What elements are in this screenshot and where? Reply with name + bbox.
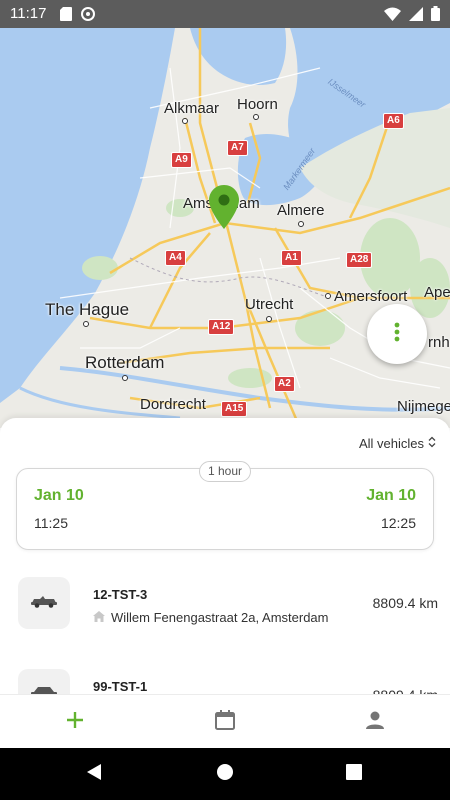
- map-label-almere: Almere: [277, 202, 325, 219]
- map-label-nijmegen: Nijmege: [397, 398, 450, 415]
- nav-calendar-button[interactable]: [150, 695, 300, 749]
- map-label-dordrecht: Dordrecht: [140, 396, 206, 413]
- map-label-rotterdam: Rotterdam: [85, 353, 165, 372]
- map-view[interactable]: Alkmaar Hoorn Amsterdam Almere The Hague…: [0, 28, 450, 428]
- map-city-dot: [182, 118, 188, 124]
- location-pin-icon[interactable]: [209, 185, 239, 229]
- map-label-hoorn: Hoorn: [237, 96, 278, 113]
- more-options-button[interactable]: [367, 304, 427, 364]
- vehicle-plate: 99-TST-1: [93, 679, 148, 694]
- map-label-alkmaar: Alkmaar: [164, 100, 220, 117]
- road-shield-a15: A15: [221, 401, 248, 417]
- vehicle-filter-label: All vehicles: [358, 436, 424, 451]
- nav-add-button[interactable]: [0, 695, 150, 749]
- road-shield-a4: A4: [165, 250, 186, 266]
- back-icon: [85, 763, 103, 786]
- calendar-icon: [214, 709, 236, 736]
- signal-icon: [409, 6, 423, 26]
- recents-button[interactable]: [342, 762, 366, 786]
- map-label-apeldoorn: Ape: [424, 284, 450, 301]
- add-icon: [66, 711, 84, 734]
- map-city-dot: [266, 316, 272, 322]
- road-shield-a6: A6: [383, 113, 404, 129]
- convertible-car-icon: [30, 594, 58, 613]
- map-city-dot: [83, 321, 89, 327]
- sd-card-icon: [60, 7, 72, 26]
- road-shield-a2: A2: [274, 376, 295, 392]
- map-label-amersfoort: Amersfoort: [334, 288, 408, 305]
- start-time[interactable]: 11:25: [34, 515, 68, 531]
- end-time[interactable]: 12:25: [381, 515, 416, 531]
- road-shield-a12: A12: [208, 319, 235, 335]
- home-button[interactable]: [213, 762, 237, 786]
- person-icon: [365, 710, 385, 735]
- vehicle-thumbnail: [18, 577, 70, 629]
- map-city-dot: [298, 221, 304, 227]
- status-bar: 11:17: [0, 0, 450, 28]
- wifi-icon: [384, 7, 401, 26]
- road-shield-a9: A9: [171, 152, 192, 168]
- sync-icon: [80, 6, 96, 27]
- home-circle-icon: [216, 763, 234, 786]
- road-shield-a1: A1: [281, 250, 302, 266]
- map-label-the-hague: The Hague: [45, 300, 130, 319]
- map-city-dot: [253, 114, 259, 120]
- home-icon: [93, 610, 105, 625]
- road-shield-a7: A7: [227, 140, 248, 156]
- status-time: 11:17: [10, 5, 47, 22]
- map-city-dot: [122, 375, 128, 381]
- system-navigation-bar: [0, 748, 450, 800]
- vehicle-address: Willem Fenengastraat 2a, Amsterdam: [111, 610, 329, 625]
- recents-icon: [346, 763, 362, 785]
- map-city-dot: [325, 293, 331, 299]
- road-shield-a28: A28: [346, 252, 373, 268]
- nav-profile-button[interactable]: [300, 695, 450, 749]
- duration-badge: 1 hour: [199, 461, 251, 482]
- bottom-navigation: [0, 694, 450, 748]
- vehicle-list-item[interactable]: 12-TST-3 Willem Fenengastraat 2a, Amster…: [0, 577, 450, 647]
- battery-icon: [431, 6, 440, 26]
- vehicle-distance: 8809.4 km: [372, 595, 438, 611]
- map-label-arnhem: rnhe: [428, 334, 450, 351]
- end-date[interactable]: Jan 10: [366, 487, 416, 505]
- unfold-icon: [428, 436, 436, 451]
- back-button[interactable]: [82, 762, 106, 786]
- more-vert-icon: [394, 322, 400, 347]
- map-label-utrecht: Utrecht: [245, 296, 294, 313]
- vehicle-filter-dropdown[interactable]: All vehicles: [359, 436, 436, 451]
- vehicle-plate: 12-TST-3: [93, 587, 148, 602]
- start-date[interactable]: Jan 10: [34, 487, 84, 505]
